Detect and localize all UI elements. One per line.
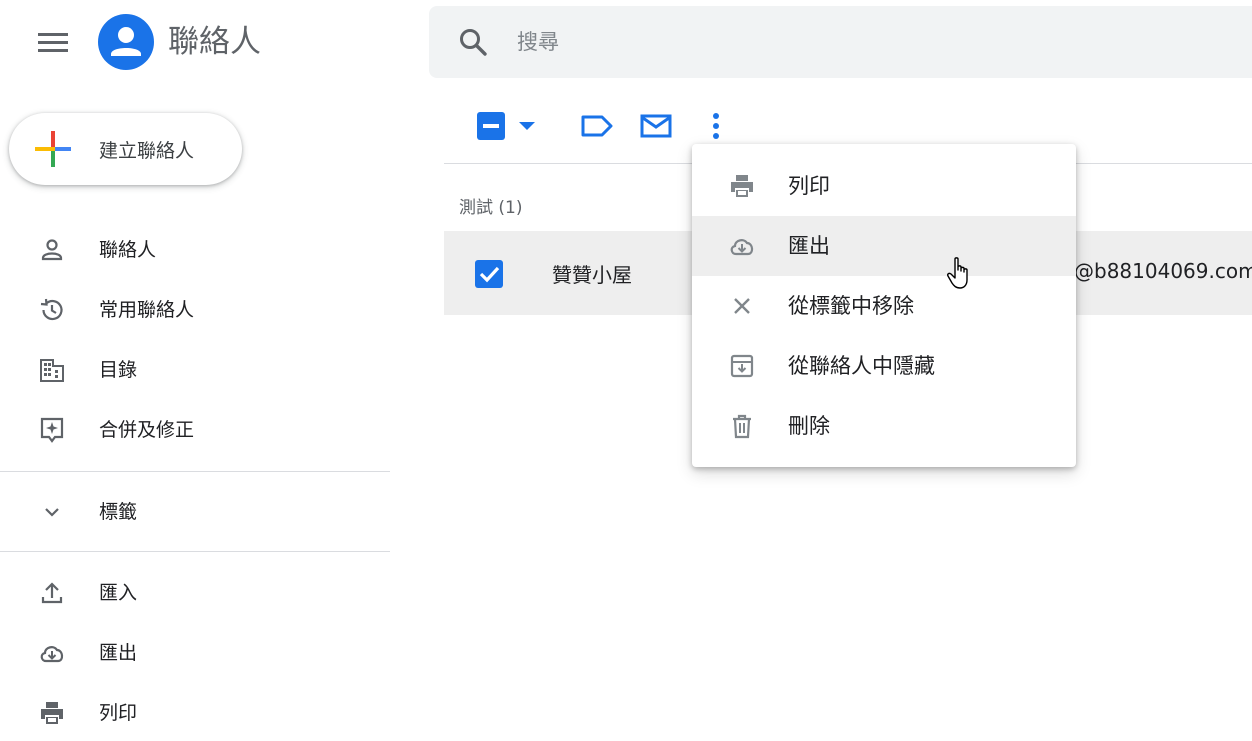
menu-item-print[interactable]: 列印 — [692, 156, 1076, 216]
select-dropdown-button[interactable] — [516, 118, 538, 134]
more-vert-icon — [713, 113, 719, 139]
menu-item-label: 從標籤中移除 — [788, 294, 914, 318]
sidebar-divider — [0, 471, 390, 472]
sidebar-divider — [0, 551, 390, 552]
sidebar-labels-toggle[interactable]: 標籤 — [0, 484, 390, 540]
sidebar-item-contacts[interactable]: 聯絡人 — [0, 222, 390, 278]
sidebar-item-label: 標籤 — [99, 501, 138, 523]
printer-icon — [41, 702, 63, 724]
menu-item-hide-from-contacts[interactable]: 從聯絡人中隱藏 — [692, 336, 1076, 396]
sidebar-item-print[interactable]: 列印 — [0, 685, 390, 741]
indeterminate-mark-icon — [483, 124, 499, 128]
checkmark-icon — [479, 266, 500, 283]
contact-name: 贊贊小屋 — [552, 263, 632, 287]
plus-icon — [35, 131, 71, 167]
label-icon — [581, 115, 613, 137]
dropdown-arrow-icon — [519, 122, 535, 130]
hand-cursor-icon — [946, 256, 974, 292]
close-icon — [734, 298, 750, 314]
group-label: 測試 (1) — [459, 198, 523, 218]
sidebar-item-label: 列印 — [99, 702, 138, 724]
create-contact-label: 建立聯絡人 — [99, 140, 195, 162]
more-actions-button[interactable] — [706, 110, 726, 142]
menu-item-label: 列印 — [788, 174, 830, 198]
menu-item-label: 匯出 — [788, 234, 830, 258]
menu-item-remove-from-label[interactable]: 從標籤中移除 — [692, 276, 1076, 336]
printer-icon — [731, 175, 753, 197]
archive-icon — [730, 354, 754, 378]
contact-email: @b88104069.com — [1074, 259, 1252, 283]
person-icon — [41, 239, 63, 261]
search-input[interactable] — [517, 26, 1117, 58]
sidebar-item-label: 目錄 — [99, 359, 138, 381]
sidebar-item-import[interactable]: 匯入 — [0, 565, 390, 621]
email-icon — [640, 114, 672, 138]
sidebar-item-label: 匯入 — [99, 582, 138, 604]
create-contact-button[interactable]: 建立聯絡人 — [9, 113, 242, 185]
cloud-download-icon — [40, 646, 64, 663]
hamburger-menu-icon — [38, 33, 68, 52]
send-email-button[interactable] — [640, 112, 672, 140]
search-icon[interactable] — [457, 26, 489, 58]
search-bar[interactable] — [429, 6, 1252, 78]
cloud-download-icon — [730, 239, 754, 256]
sidebar-item-frequent[interactable]: 常用聯絡人 — [0, 282, 390, 338]
menu-item-label: 刪除 — [788, 414, 830, 438]
row-checkbox[interactable] — [475, 260, 503, 288]
merge-fix-icon — [40, 417, 64, 443]
upload-icon — [41, 582, 63, 604]
sidebar-item-export[interactable]: 匯出 — [0, 625, 390, 681]
menu-item-export[interactable]: 匯出 — [692, 216, 1076, 276]
contacts-logo-icon — [98, 14, 154, 70]
more-actions-menu: 列印 匯出 從標籤中移除 從聯絡人中隱藏 刪除 — [692, 144, 1076, 467]
domain-icon — [40, 359, 64, 382]
menu-item-delete[interactable]: 刪除 — [692, 396, 1076, 456]
sidebar-item-label: 合併及修正 — [99, 419, 195, 441]
select-all-checkbox[interactable] — [477, 112, 505, 140]
sidebar-item-merge-fix[interactable]: 合併及修正 — [0, 402, 390, 458]
menu-item-label: 從聯絡人中隱藏 — [788, 354, 935, 378]
app-title: 聯絡人 — [168, 24, 261, 60]
chevron-down-icon — [45, 508, 59, 517]
history-icon — [40, 298, 63, 321]
sidebar-item-directory[interactable]: 目錄 — [0, 342, 390, 398]
trash-icon — [733, 414, 751, 439]
sidebar-item-label: 匯出 — [99, 642, 138, 664]
manage-labels-button[interactable] — [580, 112, 614, 140]
sidebar-item-label: 聯絡人 — [99, 239, 157, 261]
main-menu-button[interactable] — [30, 22, 76, 62]
sidebar-item-label: 常用聯絡人 — [99, 299, 195, 321]
